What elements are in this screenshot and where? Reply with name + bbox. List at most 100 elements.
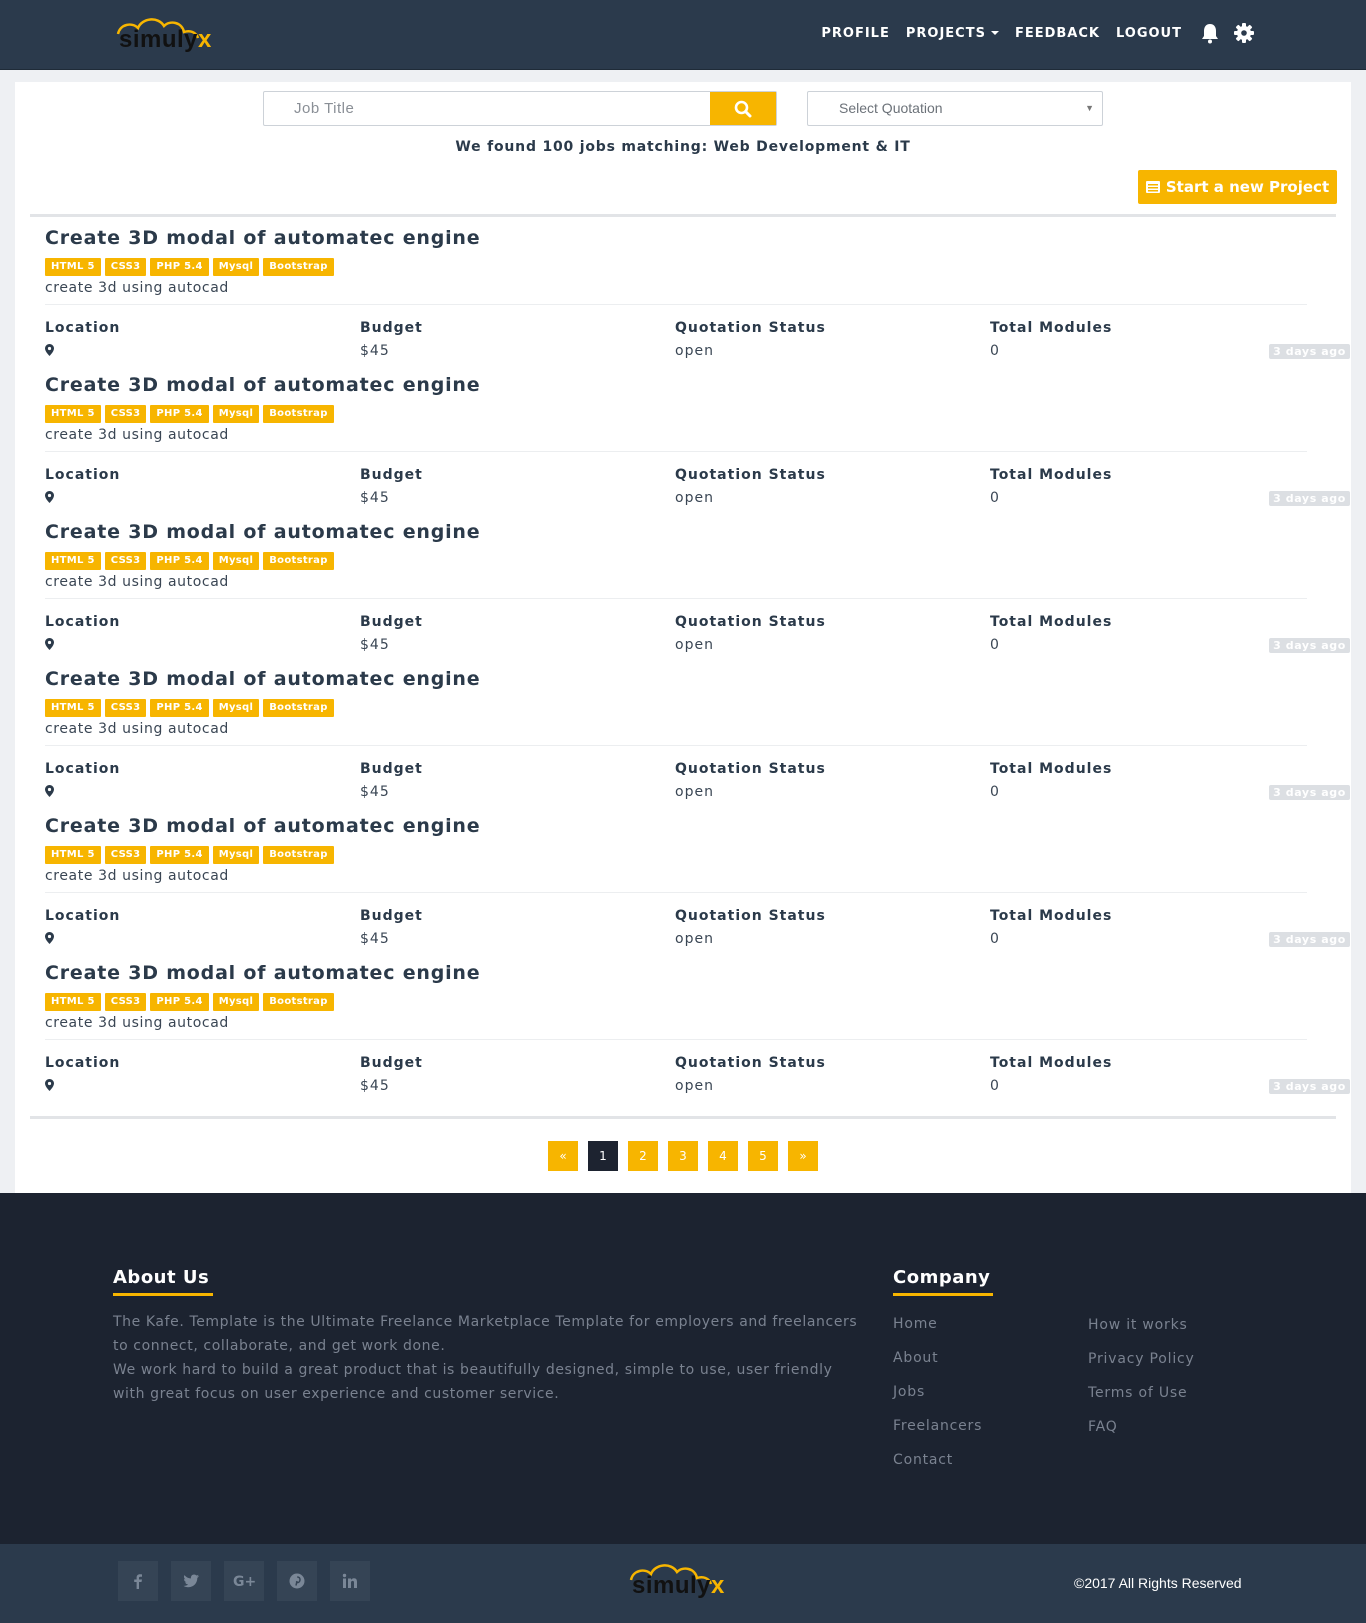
footer-link-jobs[interactable]: Jobs bbox=[893, 1384, 925, 1400]
nav-profile[interactable]: PROFILE bbox=[821, 26, 889, 41]
modules-label: Total Modules bbox=[990, 614, 1113, 630]
footer-link-contact[interactable]: Contact bbox=[893, 1452, 953, 1468]
status-block: Quotation Status open bbox=[675, 1055, 826, 1094]
page-button-5[interactable]: 5 bbox=[748, 1141, 778, 1171]
job-title[interactable]: Create 3D modal of automatec engine bbox=[45, 521, 480, 543]
gear-icon[interactable] bbox=[1234, 22, 1254, 44]
skill-tag: CSS3 bbox=[104, 699, 147, 717]
job-title[interactable]: Create 3D modal of automatec engine bbox=[45, 668, 480, 690]
status-label: Quotation Status bbox=[675, 1055, 826, 1071]
modules-block: Total Modules 0 bbox=[990, 1055, 1112, 1094]
bell-icon[interactable] bbox=[1200, 22, 1220, 44]
job-list: Create 3D modal of automatec engine HTML… bbox=[45, 218, 1351, 1100]
skill-tag: PHP 5.4 bbox=[150, 405, 209, 423]
status-label: Quotation Status bbox=[675, 614, 826, 630]
skill-tag: PHP 5.4 bbox=[150, 258, 209, 276]
pinterest-button[interactable] bbox=[277, 1561, 317, 1601]
status-value: open bbox=[675, 343, 714, 359]
footer-link-faq[interactable]: FAQ bbox=[1088, 1419, 1118, 1435]
job-title[interactable]: Create 3D modal of automatec engine bbox=[45, 227, 480, 249]
skill-tags: HTML 5 CSS3 PHP 5.4 Mysql Bootstrap bbox=[45, 258, 338, 276]
linkedin-button[interactable] bbox=[330, 1561, 370, 1601]
job-title-input[interactable] bbox=[264, 92, 710, 125]
start-new-project-button[interactable]: Start a new Project bbox=[1138, 170, 1337, 204]
page-button-4[interactable]: 4 bbox=[708, 1141, 738, 1171]
facebook-button[interactable] bbox=[118, 1561, 158, 1601]
posted-time-badge: 3 days ago bbox=[1269, 932, 1350, 947]
job-description: create 3d using autocad bbox=[45, 721, 229, 737]
budget-value: $45 bbox=[360, 343, 390, 359]
location-label: Location bbox=[45, 467, 121, 483]
footer-link-privacy-policy[interactable]: Privacy Policy bbox=[1088, 1351, 1195, 1367]
page-button-1[interactable]: 1 bbox=[588, 1141, 618, 1171]
twitter-button[interactable] bbox=[171, 1561, 211, 1601]
modules-block: Total Modules 0 bbox=[990, 761, 1112, 800]
status-block: Quotation Status open bbox=[675, 614, 826, 653]
page-prev-button[interactable]: « bbox=[548, 1141, 578, 1171]
search-button[interactable] bbox=[710, 92, 776, 125]
budget-value: $45 bbox=[360, 637, 390, 653]
nav-logout[interactable]: LOGOUT bbox=[1116, 26, 1182, 41]
map-pin-icon bbox=[45, 638, 54, 650]
divider bbox=[45, 304, 1307, 305]
footer-bottom-bar: G+ simulyx ©2017 All Rights Reserved bbox=[0, 1544, 1366, 1623]
budget-label: Budget bbox=[360, 908, 423, 924]
skill-tag: Bootstrap bbox=[263, 552, 334, 570]
status-block: Quotation Status open bbox=[675, 761, 826, 800]
pinterest-icon bbox=[289, 1573, 305, 1589]
footer-link-home[interactable]: Home bbox=[893, 1316, 938, 1332]
map-pin-icon bbox=[45, 1079, 54, 1091]
results-summary: We found 100 jobs matching: Web Developm… bbox=[455, 139, 911, 155]
about-paragraph-2: We work hard to build a great product th… bbox=[113, 1362, 833, 1402]
footer-link-freelancers[interactable]: Freelancers bbox=[893, 1418, 982, 1434]
page-button-2[interactable]: 2 bbox=[628, 1141, 658, 1171]
modules-value: 0 bbox=[990, 931, 1000, 947]
copyright-text: ©2017 All Rights Reserved bbox=[1074, 1575, 1242, 1591]
footer-link-about[interactable]: About bbox=[893, 1350, 938, 1366]
budget-block: Budget $45 bbox=[360, 1055, 423, 1094]
divider bbox=[45, 745, 1307, 746]
modules-value: 0 bbox=[990, 784, 1000, 800]
skill-tag: HTML 5 bbox=[45, 993, 101, 1011]
modules-block: Total Modules 0 bbox=[990, 614, 1112, 653]
linkedin-icon bbox=[342, 1573, 357, 1588]
map-pin-icon bbox=[45, 932, 54, 944]
location-block: Location bbox=[45, 761, 120, 801]
modules-block: Total Modules 0 bbox=[990, 467, 1112, 506]
budget-label: Budget bbox=[360, 761, 423, 777]
quotation-select[interactable]: Select Quotation ▼ bbox=[807, 91, 1103, 126]
nav-projects-label: PROJECTS bbox=[905, 25, 986, 41]
search-icon bbox=[734, 100, 752, 117]
skill-tag: CSS3 bbox=[104, 258, 147, 276]
footer-link-how-it-works[interactable]: How it works bbox=[1088, 1317, 1188, 1333]
page-next-button[interactable]: » bbox=[788, 1141, 818, 1171]
nav-projects[interactable]: PROJECTS bbox=[906, 26, 999, 41]
modules-label: Total Modules bbox=[990, 1055, 1113, 1071]
skill-tag: Bootstrap bbox=[263, 699, 334, 717]
google-plus-icon: G+ bbox=[233, 1574, 255, 1589]
modules-label: Total Modules bbox=[990, 761, 1113, 777]
footer-link-terms-of-use[interactable]: Terms of Use bbox=[1088, 1385, 1187, 1401]
location-block: Location bbox=[45, 1055, 120, 1095]
skill-tag: Mysql bbox=[212, 846, 260, 864]
skill-tag: Mysql bbox=[212, 258, 260, 276]
footer: About Us The Kafe. Template is the Ultim… bbox=[0, 1193, 1366, 1544]
budget-block: Budget $45 bbox=[360, 908, 423, 947]
skill-tag: HTML 5 bbox=[45, 552, 101, 570]
job-title[interactable]: Create 3D modal of automatec engine bbox=[45, 815, 480, 837]
heading-underline bbox=[893, 1293, 993, 1296]
location-label: Location bbox=[45, 908, 121, 924]
page-button-3[interactable]: 3 bbox=[668, 1141, 698, 1171]
footer-logo[interactable]: simulyx bbox=[623, 1558, 743, 1604]
job-title[interactable]: Create 3D modal of automatec engine bbox=[45, 962, 480, 984]
skill-tags: HTML 5 CSS3 PHP 5.4 Mysql Bootstrap bbox=[45, 846, 338, 864]
google-plus-button[interactable]: G+ bbox=[224, 1561, 264, 1601]
job-title[interactable]: Create 3D modal of automatec engine bbox=[45, 374, 480, 396]
budget-label: Budget bbox=[360, 614, 423, 630]
skill-tag: Bootstrap bbox=[263, 405, 334, 423]
nav-feedback[interactable]: FEEDBACK bbox=[1015, 26, 1100, 41]
budget-label: Budget bbox=[360, 467, 423, 483]
skill-tags: HTML 5 CSS3 PHP 5.4 Mysql Bootstrap bbox=[45, 405, 338, 423]
logo[interactable]: simulyx bbox=[110, 12, 230, 58]
map-pin-icon bbox=[45, 785, 54, 797]
